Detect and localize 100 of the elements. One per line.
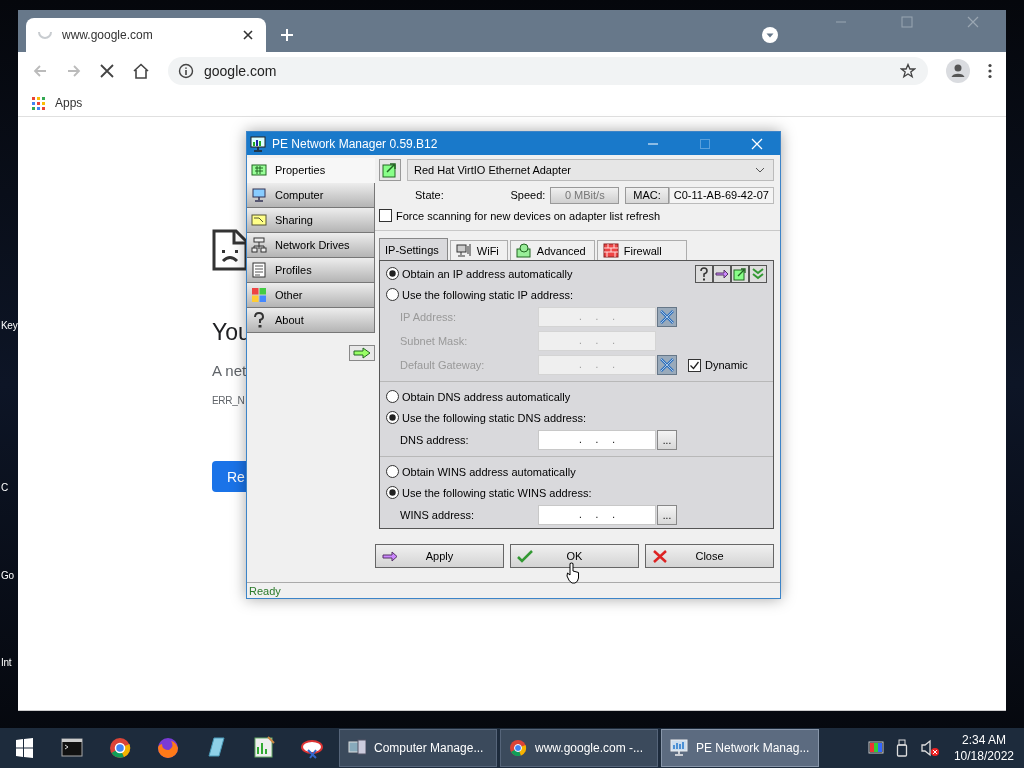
tiles-icon xyxy=(251,287,267,303)
checkbox-label: Dynamic xyxy=(705,359,748,371)
tab[interactable]: Advanced xyxy=(509,240,595,260)
ip-address-field: . . . xyxy=(538,355,656,375)
monitor-signal-icon xyxy=(455,243,472,258)
desktop-icon-label[interactable]: Go xyxy=(1,570,14,581)
sad-page-icon xyxy=(212,229,248,271)
network-tree-icon xyxy=(251,237,267,253)
ip-address-field: . . . xyxy=(538,331,656,351)
radio-button[interactable] xyxy=(386,288,399,301)
sidebar-item[interactable]: Sharing xyxy=(247,208,375,233)
star-icon[interactable] xyxy=(900,63,916,79)
browser-circle-icon xyxy=(509,739,527,757)
checkbox-label: Force scanning for new devices on adapter list refresh xyxy=(396,209,661,222)
loading-spinner-icon xyxy=(38,31,52,39)
browse-button[interactable]: ... xyxy=(657,430,677,450)
sidebar-item[interactable]: Network Drives xyxy=(247,233,375,258)
mac-label: MAC: xyxy=(625,186,669,204)
error-message: A net xyxy=(212,362,247,379)
bookmark-link[interactable]: Apps xyxy=(55,96,83,110)
new-tab-icon[interactable] xyxy=(280,28,294,42)
speed-label: Speed: xyxy=(510,189,546,201)
menu-icon[interactable] xyxy=(988,63,992,79)
desktop-icon-label[interactable]: Int xyxy=(1,657,12,668)
radio-button[interactable] xyxy=(386,411,399,424)
state-label: State: xyxy=(415,189,444,201)
home-icon[interactable] xyxy=(132,63,150,79)
brick-wall-icon xyxy=(602,243,619,258)
field-label: Subnet Mask: xyxy=(399,335,469,347)
stop-icon[interactable] xyxy=(100,64,114,78)
field-label: IP Address: xyxy=(399,311,458,323)
dialog-button[interactable]: Close xyxy=(645,544,774,568)
radio-label: Use the following static WINS address: xyxy=(402,486,592,499)
desktop-icon-label[interactable]: C xyxy=(1,482,8,493)
apps-grid-icon[interactable] xyxy=(32,96,45,110)
sidebar-item[interactable]: About xyxy=(247,308,375,333)
question-icon xyxy=(251,312,267,328)
window-title: PE Network Manager 0.59.B12 xyxy=(272,136,438,151)
sidebar-item[interactable]: Properties xyxy=(247,158,375,183)
browse-button[interactable]: ... xyxy=(657,505,677,525)
info-icon xyxy=(178,63,194,79)
desktop-icon-label[interactable]: Key xyxy=(1,320,18,331)
radio-button[interactable] xyxy=(386,465,399,478)
taskbar-button[interactable]: Computer Manage... xyxy=(339,729,497,767)
taskbar-button[interactable]: www.google.com -... xyxy=(500,729,658,767)
usb-drive-icon[interactable] xyxy=(895,739,908,757)
checkmark-icon xyxy=(517,549,533,563)
radio-label: Obtain an IP address automatically xyxy=(402,267,573,280)
dialog-button[interactable]: OK xyxy=(510,544,639,568)
address-bar[interactable]: google.com xyxy=(168,57,928,85)
profile-dropdown-icon[interactable] xyxy=(762,27,778,43)
hand-cursor-icon xyxy=(566,562,580,584)
tab[interactable]: WiFi xyxy=(449,240,508,260)
tab[interactable]: Firewall xyxy=(596,240,687,260)
speaker-muted-icon[interactable] xyxy=(919,739,940,757)
computer-icon xyxy=(348,739,366,757)
field-label: Default Gateway: xyxy=(399,359,486,371)
ip-address-field: . . . xyxy=(538,307,656,327)
radio-label: Obtain WINS address automatically xyxy=(402,465,576,478)
sidebar-item[interactable]: Profiles xyxy=(247,258,375,283)
arrow-right-icon xyxy=(382,549,398,563)
browser-tab[interactable]: www.google.com xyxy=(26,18,266,52)
chevron-down-icon xyxy=(755,167,765,173)
field-label: DNS address: xyxy=(399,434,470,446)
tab[interactable]: IP-Settings xyxy=(379,238,448,260)
radio-label: Obtain DNS address automatically xyxy=(402,390,571,403)
radio-button[interactable] xyxy=(386,390,399,403)
sidebar-item[interactable]: Other xyxy=(247,283,375,308)
clock-time[interactable]: 2:34 AM xyxy=(961,732,1006,748)
speed-value: 0 MBit/s xyxy=(550,186,620,204)
close-icon[interactable] xyxy=(242,29,254,41)
adapter-dropdown[interactable]: Red Hat VirtIO Ethernet Adapter xyxy=(407,159,774,181)
taskbar-button[interactable]: PE Network Manag... xyxy=(661,729,819,767)
color-display-icon[interactable] xyxy=(867,740,884,756)
checkbox[interactable] xyxy=(688,358,701,372)
ip-address-field[interactable]: . . . xyxy=(538,430,656,450)
monitor-icon xyxy=(251,187,267,203)
double-chevron-icon[interactable] xyxy=(749,264,767,283)
status-text: Ready xyxy=(249,584,281,597)
question-icon[interactable] xyxy=(695,264,713,283)
clear-icon[interactable] xyxy=(657,355,677,375)
field-label: WINS address: xyxy=(399,509,475,521)
sidebar-item[interactable]: Computer xyxy=(247,183,375,208)
network-monitor-icon xyxy=(250,135,266,152)
arrow-right-button-icon[interactable] xyxy=(349,345,375,361)
list-icon xyxy=(251,262,267,278)
avatar-icon[interactable] xyxy=(946,59,970,83)
export-icon[interactable] xyxy=(379,159,401,181)
address-text: google.com xyxy=(204,63,277,79)
error-code: ERR_N xyxy=(212,395,245,406)
export-icon[interactable] xyxy=(731,264,749,283)
radio-button[interactable] xyxy=(386,486,399,499)
clock-date[interactable]: 10/18/2022 xyxy=(953,748,1014,764)
ip-address-field[interactable]: . . . xyxy=(538,505,656,525)
arrow-right-icon[interactable] xyxy=(713,264,731,283)
tab-title: www.google.com xyxy=(62,28,154,42)
clear-icon[interactable] xyxy=(657,307,677,327)
radio-button[interactable] xyxy=(386,267,399,280)
dialog-button[interactable]: Apply xyxy=(375,544,504,568)
checkbox[interactable] xyxy=(379,209,392,222)
